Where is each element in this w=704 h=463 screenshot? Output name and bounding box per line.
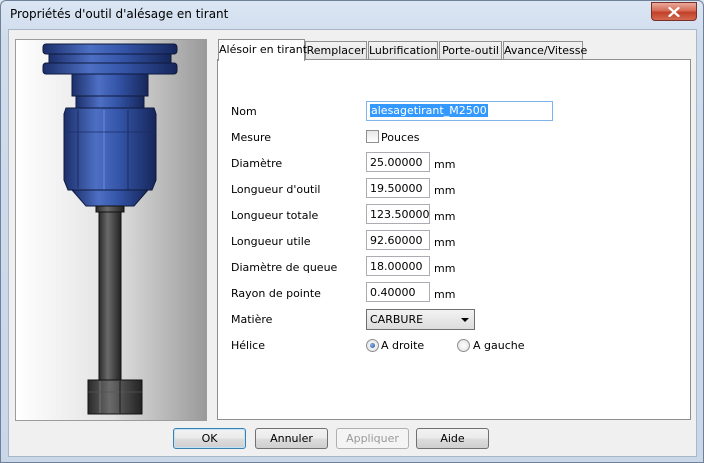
dialog-window: Propriétés d'outil d'alésage en tirant A… (0, 0, 704, 463)
tab-panel: Nom alesagetirant_M2500 Mesure Pouces Di… (217, 59, 691, 420)
rayon-pointe-input[interactable] (366, 282, 430, 302)
diametre-label: Diamètre (231, 157, 283, 170)
longueur-totale-input[interactable] (366, 204, 430, 224)
longueur-utile-label: Longueur utile (231, 235, 311, 248)
tool-preview (15, 39, 207, 421)
close-icon (668, 6, 680, 17)
rayon-pointe-label: Rayon de pointe (231, 287, 321, 300)
helice-label: Hélice (231, 339, 265, 352)
longueur-outil-label: Longueur d'outil (231, 183, 321, 196)
close-button[interactable] (651, 2, 697, 21)
chevron-down-icon (461, 318, 469, 322)
longueur-totale-label: Longueur totale (231, 209, 319, 222)
pouces-label: Pouces (381, 131, 420, 144)
helice-droite-radio[interactable] (366, 339, 379, 352)
longueur-outil-input[interactable] (366, 178, 430, 198)
diametre-queue-unit: mm (434, 262, 456, 275)
matiere-value: CARBURE (370, 313, 424, 326)
tab-avance-vitesse[interactable]: Avance/Vitesse (503, 41, 587, 60)
longueur-totale-unit: mm (434, 210, 456, 223)
apply-button[interactable]: Appliquer (336, 428, 409, 449)
matiere-label: Matière (231, 313, 273, 326)
rayon-pointe-unit: mm (434, 288, 456, 301)
longueur-utile-input[interactable] (366, 230, 430, 250)
helice-droite-label: A droite (381, 339, 425, 352)
mesure-label: Mesure (231, 131, 272, 144)
longueur-utile-unit: mm (434, 236, 456, 249)
matiere-select[interactable]: CARBURE (366, 309, 475, 330)
helice-gauche-radio[interactable] (457, 339, 470, 352)
diametre-queue-input[interactable] (366, 256, 430, 276)
title-bar[interactable]: Propriétés d'outil d'alésage en tirant (1, 1, 703, 29)
dialog-client: Alésoir en tirant Remplacer Lubrificatio… (8, 29, 697, 457)
cancel-button[interactable]: Annuler (255, 428, 328, 449)
diametre-unit: mm (434, 158, 456, 171)
reamer-illustration (42, 43, 178, 415)
tab-remplacer[interactable]: Remplacer (305, 41, 367, 60)
pouces-checkbox[interactable] (366, 130, 379, 143)
diametre-queue-label: Diamètre de queue (231, 261, 338, 274)
nom-input[interactable]: alesagetirant_M2500 (366, 101, 553, 121)
tab-lubrification[interactable]: Lubrification (368, 41, 438, 60)
ok-button[interactable]: OK (173, 428, 246, 449)
diametre-input[interactable] (366, 152, 430, 172)
helice-gauche-label: A gauche (473, 339, 525, 352)
tab-porte-outil[interactable]: Porte-outil (439, 41, 502, 60)
longueur-outil-unit: mm (434, 184, 456, 197)
tab-alesoir[interactable]: Alésoir en tirant (218, 39, 307, 61)
nom-label: Nom (231, 105, 257, 118)
help-button[interactable]: Aide (416, 428, 489, 449)
window-title: Propriétés d'outil d'alésage en tirant (10, 7, 229, 21)
